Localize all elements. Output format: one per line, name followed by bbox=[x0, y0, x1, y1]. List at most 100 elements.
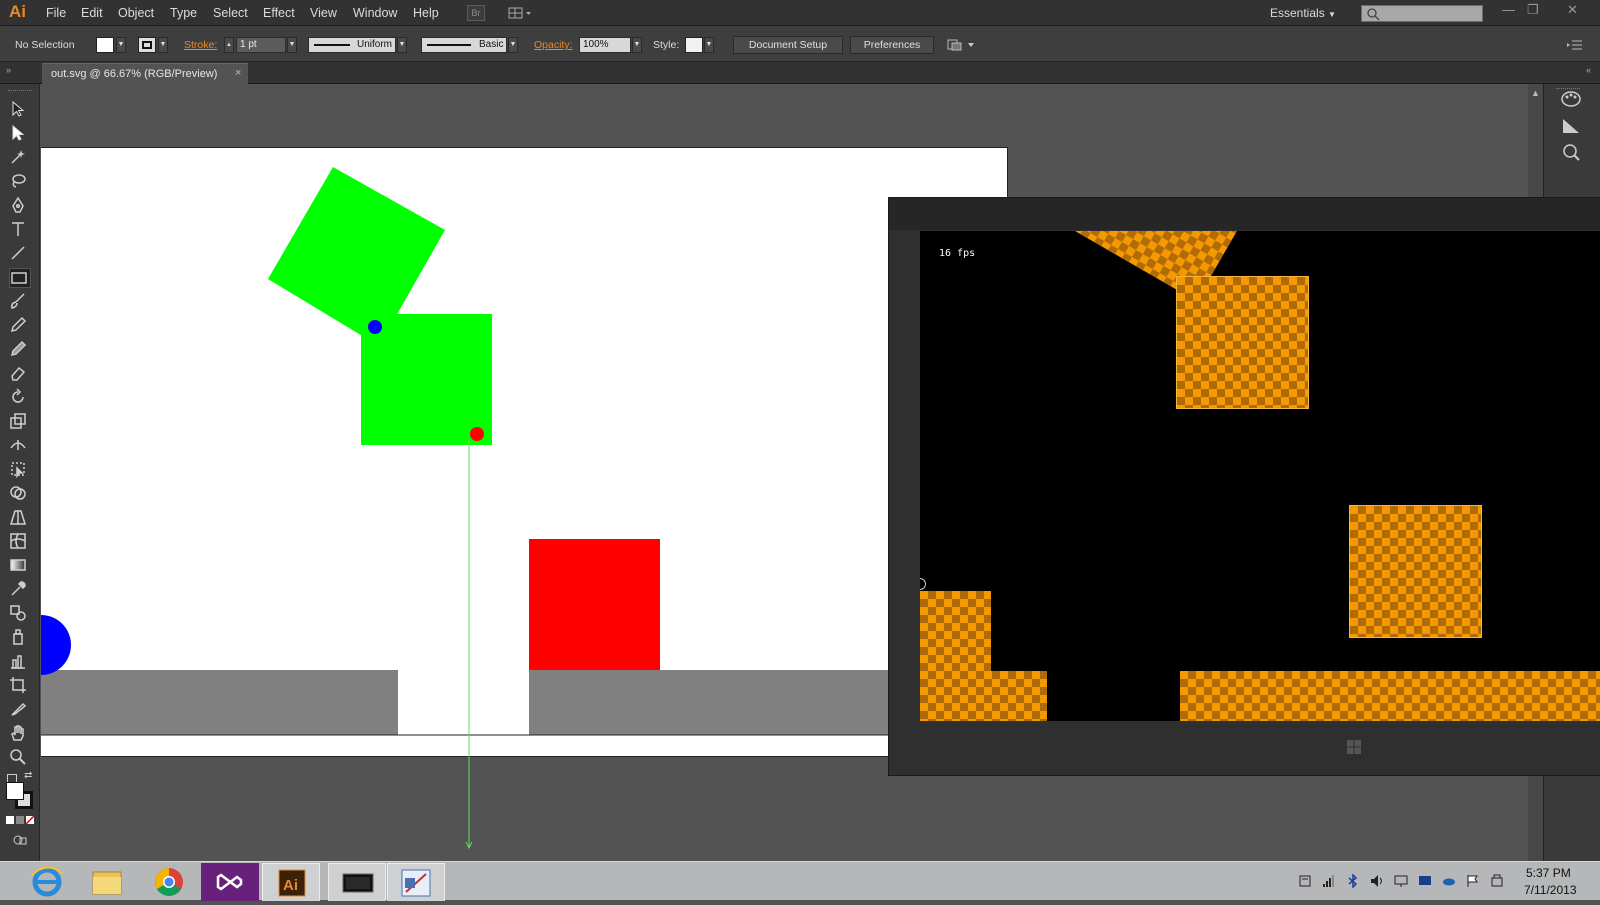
menu-help[interactable]: Help bbox=[413, 6, 439, 20]
opacity-field[interactable]: 100% bbox=[579, 37, 631, 53]
taskbar-file-explorer[interactable] bbox=[78, 863, 136, 901]
slice-tool-icon[interactable] bbox=[9, 700, 31, 720]
fill-swatch[interactable] bbox=[96, 37, 114, 53]
stroke-swatch[interactable] bbox=[138, 37, 156, 53]
menu-select[interactable]: Select bbox=[213, 6, 248, 20]
menu-view[interactable]: View bbox=[310, 6, 337, 20]
tray-onedrive-icon[interactable] bbox=[1442, 874, 1456, 888]
mesh-tool-icon[interactable] bbox=[9, 532, 31, 552]
rectangle-tool-icon[interactable] bbox=[9, 268, 31, 288]
minimize-button[interactable]: — bbox=[1502, 2, 1515, 17]
menu-object[interactable]: Object bbox=[118, 6, 154, 20]
menu-window[interactable]: Window bbox=[353, 6, 397, 20]
windows-logo-icon[interactable] bbox=[1346, 739, 1362, 755]
bridge-button[interactable]: Br bbox=[467, 5, 485, 21]
game-window-titlebar[interactable] bbox=[889, 198, 1600, 230]
close-button[interactable]: ✕ bbox=[1567, 2, 1578, 18]
stroke-dropdown[interactable]: ▼ bbox=[158, 37, 168, 53]
arrange-documents-icon[interactable] bbox=[508, 5, 534, 21]
selection-tool-icon[interactable] bbox=[9, 100, 31, 120]
artboard-tool-icon[interactable] bbox=[9, 676, 31, 696]
swap-fill-stroke-icon[interactable]: ⇄ bbox=[24, 770, 32, 781]
shape-builder-tool-icon[interactable] bbox=[9, 484, 31, 504]
arrange-icon[interactable] bbox=[947, 37, 977, 53]
draw-mode-icon[interactable] bbox=[12, 834, 28, 846]
artboard[interactable] bbox=[41, 147, 1008, 757]
none-mode-icon[interactable] bbox=[26, 816, 34, 824]
direct-selection-tool-icon[interactable] bbox=[9, 124, 31, 144]
clock-time[interactable]: 5:37 PM bbox=[1526, 866, 1571, 880]
stroke-weight-stepper[interactable]: ▲ bbox=[224, 37, 234, 53]
hand-tool-icon[interactable] bbox=[9, 724, 31, 744]
appearance-panel-icon[interactable] bbox=[1560, 142, 1582, 162]
eraser-tool-icon[interactable] bbox=[9, 364, 31, 384]
paintbrush-tool-icon[interactable] bbox=[9, 292, 31, 312]
taskbar-illustrator[interactable]: Ai bbox=[262, 863, 320, 901]
taskbar-game-window[interactable] bbox=[328, 863, 386, 901]
tray-volume-icon[interactable] bbox=[1370, 874, 1384, 888]
dock-collapse-icon[interactable]: « bbox=[1586, 65, 1591, 75]
workspace-switcher[interactable]: Essentials ▼ bbox=[1270, 6, 1336, 20]
menu-file[interactable]: File bbox=[46, 6, 66, 20]
panel-collapse-icon[interactable]: » bbox=[6, 65, 11, 75]
lasso-tool-icon[interactable] bbox=[9, 172, 31, 192]
eyedropper-tool-icon[interactable] bbox=[9, 580, 31, 600]
perspective-grid-tool-icon[interactable] bbox=[9, 508, 31, 528]
taskbar-visual-studio[interactable] bbox=[201, 863, 259, 901]
document-setup-button[interactable]: Document Setup bbox=[733, 36, 843, 54]
tray-network-icon[interactable] bbox=[1394, 874, 1408, 888]
restore-button[interactable]: ❐ bbox=[1527, 2, 1539, 18]
zoom-tool-icon[interactable] bbox=[9, 748, 31, 768]
pencil-tool-icon[interactable] bbox=[9, 316, 31, 336]
taskbar-paint-tool[interactable] bbox=[387, 863, 445, 901]
tray-display-icon[interactable] bbox=[1418, 874, 1432, 888]
symbol-sprayer-tool-icon[interactable] bbox=[9, 628, 31, 648]
magic-wand-tool-icon[interactable] bbox=[9, 148, 31, 168]
fill-dropdown[interactable]: ▼ bbox=[116, 37, 126, 53]
stroke-label[interactable]: Stroke: bbox=[184, 39, 217, 51]
style-dropdown[interactable]: ▼ bbox=[704, 37, 714, 53]
clock-date[interactable]: 7/11/2013 bbox=[1524, 883, 1577, 897]
opacity-label[interactable]: Opacity: bbox=[534, 39, 573, 51]
stroke-weight-field[interactable]: 1 pt bbox=[236, 37, 286, 53]
tray-flag-icon[interactable] bbox=[1466, 874, 1480, 888]
blob-brush-tool-icon[interactable] bbox=[9, 340, 31, 360]
preferences-button[interactable]: Preferences bbox=[850, 36, 934, 54]
fill-color-box[interactable] bbox=[6, 782, 24, 800]
document-tab-close-icon[interactable]: × bbox=[235, 67, 241, 79]
scroll-up-icon[interactable]: ▲ bbox=[1531, 88, 1540, 98]
help-search-input[interactable] bbox=[1361, 5, 1483, 22]
brush-definition[interactable]: Basic bbox=[421, 37, 507, 53]
taskbar-internet-explorer[interactable] bbox=[18, 863, 76, 901]
menu-type[interactable]: Type bbox=[170, 6, 197, 20]
panel-menu-icon[interactable] bbox=[1567, 38, 1583, 52]
free-transform-tool-icon[interactable] bbox=[9, 460, 31, 480]
color-mode-icon[interactable] bbox=[6, 816, 14, 824]
menu-edit[interactable]: Edit bbox=[81, 6, 103, 20]
tray-signal-icon[interactable] bbox=[1322, 874, 1336, 888]
brush-dropdown[interactable]: ▼ bbox=[508, 37, 518, 53]
variable-width-profile[interactable]: Uniform bbox=[308, 37, 396, 53]
tray-action-center-icon[interactable] bbox=[1298, 874, 1312, 888]
gradient-mode-icon[interactable] bbox=[16, 816, 24, 824]
pen-tool-icon[interactable] bbox=[9, 196, 31, 216]
width-tool-icon[interactable] bbox=[9, 436, 31, 456]
tools-grip[interactable] bbox=[8, 90, 32, 93]
tray-bluetooth-icon[interactable] bbox=[1346, 873, 1360, 889]
graphic-style-swatch[interactable] bbox=[685, 37, 703, 53]
gradient-tool-icon[interactable] bbox=[9, 556, 31, 576]
document-tab[interactable]: out.svg @ 66.67% (RGB/Preview) × bbox=[42, 63, 248, 84]
opacity-dropdown[interactable]: ▼ bbox=[632, 37, 642, 53]
blend-tool-icon[interactable] bbox=[9, 604, 31, 624]
game-window[interactable]: 16 fps bbox=[888, 197, 1600, 776]
column-graph-tool-icon[interactable] bbox=[9, 652, 31, 672]
taskbar-chrome[interactable] bbox=[140, 863, 198, 901]
profile-dropdown[interactable]: ▼ bbox=[397, 37, 407, 53]
line-segment-tool-icon[interactable] bbox=[9, 244, 31, 264]
tray-power-icon[interactable] bbox=[1490, 874, 1504, 888]
type-tool-icon[interactable] bbox=[9, 220, 31, 240]
stroke-weight-dropdown[interactable]: ▼ bbox=[287, 37, 297, 53]
color-guide-panel-icon[interactable] bbox=[1560, 116, 1582, 136]
game-viewport[interactable]: 16 fps bbox=[920, 231, 1600, 721]
menu-effect[interactable]: Effect bbox=[263, 6, 295, 20]
